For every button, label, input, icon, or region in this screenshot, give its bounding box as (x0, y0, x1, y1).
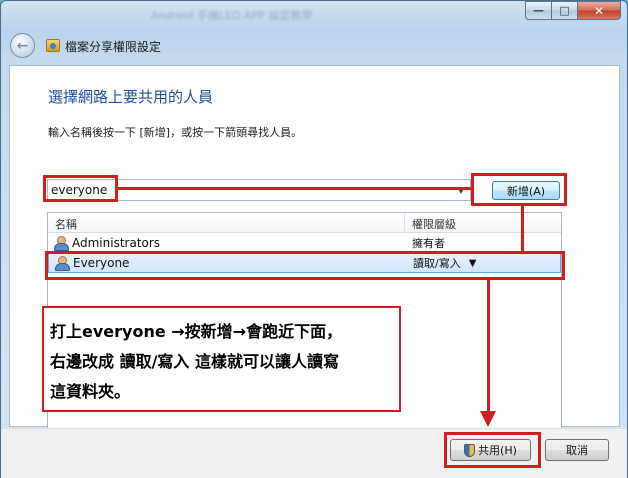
row-name: Administrators (72, 236, 161, 250)
callout-line: 這資料夾。 (50, 382, 131, 401)
highlight-everyone-row (45, 251, 565, 280)
window-title: Android 手機LED APP 設定教學 (151, 9, 313, 21)
arrow-down-icon (480, 411, 496, 427)
caption-buttons: — □ ✕ (525, 1, 621, 20)
dialog-window: Android 手機LED APP 設定教學 — □ ✕ ← 檔案分享權限設定 … (0, 0, 628, 478)
column-header-permission[interactable]: 權限層級 (405, 213, 463, 232)
row-name-cell: Administrators (48, 236, 405, 251)
highlight-share-button (444, 432, 541, 468)
row-permission: 擁有者 (412, 237, 445, 250)
list-header: 名稱 權限層級 (48, 213, 561, 233)
highlight-input (43, 175, 118, 202)
chevron-down-icon[interactable]: ▼ (452, 180, 470, 200)
instruction-text: 輸入名稱後按一下 [新增]，或按一下箭頭尋找人員。 (48, 126, 303, 139)
callout-line: 打上everyone →按新增→會跑近下面， (50, 322, 343, 341)
share-settings-icon (46, 39, 60, 52)
list-row-administrators[interactable]: Administrators 擁有者 (48, 233, 561, 253)
nav-title: 檔案分享權限設定 (65, 40, 162, 54)
back-button[interactable]: ← (10, 33, 35, 58)
user-group-icon (53, 236, 69, 251)
annotation-connector (487, 279, 490, 413)
back-arrow-icon: ← (16, 37, 29, 54)
annotation-connector (117, 187, 471, 190)
close-button[interactable]: ✕ (577, 1, 621, 20)
title-bar[interactable]: Android 手機LED APP 設定教學 — □ ✕ (1, 1, 627, 29)
highlight-add-button (471, 173, 567, 206)
page-heading: 選擇網路上要共用的人員 (48, 88, 214, 106)
callout-line: 右邊改成 讀取/寫入 這樣就可以讓人讀寫 (50, 352, 339, 371)
annotation-connector (521, 205, 524, 252)
maximize-button[interactable]: □ (551, 1, 577, 20)
minimize-button[interactable]: — (525, 1, 551, 20)
annotation-callout: 打上everyone →按新增→會跑近下面， 右邊改成 讀取/寫入 這樣就可以讓… (42, 306, 401, 412)
column-header-name[interactable]: 名稱 (48, 213, 405, 232)
cancel-button[interactable]: 取消 (545, 439, 609, 461)
